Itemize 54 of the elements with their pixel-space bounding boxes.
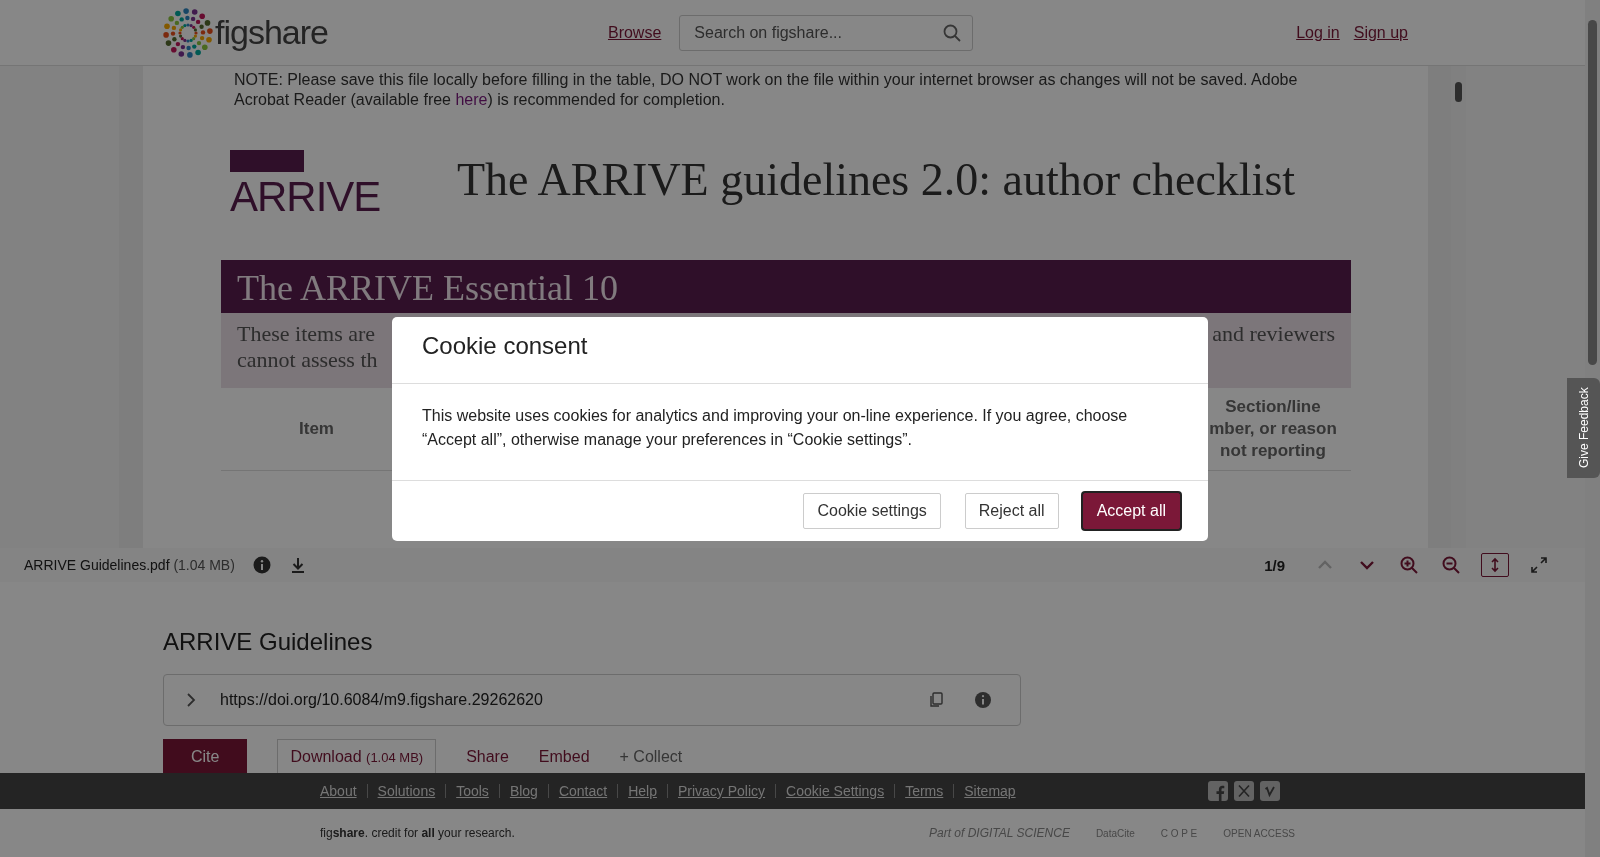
search-icon[interactable] — [943, 23, 962, 42]
column-header: Item — [299, 419, 334, 439]
x-icon[interactable] — [1234, 781, 1254, 801]
arrive-logo: ARRIVE — [230, 150, 400, 220]
intro-text: and reviewers — [1212, 321, 1335, 347]
footer-link[interactable]: Privacy Policy — [666, 784, 776, 798]
action-link[interactable]: Embed — [523, 739, 605, 773]
chevron-right-icon[interactable] — [184, 692, 198, 708]
partner-logo[interactable]: Part of DIGITAL SCIENCE — [928, 826, 1070, 840]
doi-link[interactable]: https://doi.org/10.6084/m9.figshare.29262620 — [220, 691, 928, 709]
logo-text[interactable]: figshare — [215, 13, 328, 52]
action-button[interactable]: Cite — [163, 739, 248, 773]
partner-logo[interactable]: DataCite — [1095, 827, 1135, 839]
footer-link[interactable]: About — [320, 784, 367, 798]
file-name: ARRIVE Guidelines.pdf (1.04 MB) — [24, 557, 235, 573]
document-title: The ARRIVE guidelines 2.0: author checklist — [457, 153, 1296, 206]
dialog-title: Cookie consent — [392, 317, 1208, 384]
intro-text: These items are — [237, 321, 376, 347]
feedback-tab[interactable]: Give Feedback — [1567, 378, 1600, 478]
footer-link[interactable]: Tools — [445, 784, 499, 798]
info-icon[interactable] — [252, 556, 271, 574]
vimeo-icon[interactable] — [1260, 781, 1280, 801]
auth-link[interactable]: Log in — [1296, 23, 1340, 42]
footer-link[interactable]: Solutions — [366, 784, 446, 798]
auth-link[interactable]: Sign up — [1353, 23, 1408, 42]
intro-text: cannot assess th — [237, 347, 378, 373]
column-header: Section/line mber, or reason not reporting — [1208, 396, 1338, 462]
footer-link[interactable]: Contact — [547, 784, 618, 798]
info-icon[interactable] — [974, 691, 992, 709]
action-link[interactable]: + Collect — [604, 739, 698, 773]
dialog-button[interactable]: Reject all — [964, 493, 1059, 529]
fit-height-button[interactable] — [1481, 553, 1509, 577]
note-text: NOTE: Please save this file locally before filling in the table, DO NOT work on the file within your internet browser as changes will not be saved. Adobe Acrobat Reader (available free here) is recommended for completion. — [234, 70, 1299, 110]
footer-link[interactable]: Cookie Settings — [775, 784, 895, 798]
footer-link[interactable]: Sitemap — [953, 784, 1026, 798]
partner-logo[interactable]: C O P E — [1160, 827, 1198, 839]
dialog-button[interactable]: Cookie settings — [803, 493, 941, 529]
search-field[interactable]: Search on figshare... — [679, 14, 974, 51]
footer-link[interactable]: Help — [617, 784, 667, 798]
tagline: figshare. credit for all your research. — [320, 826, 515, 840]
footer-link[interactable]: Terms — [894, 784, 954, 798]
section-banner: The ARRIVE Essential 10 — [221, 260, 1351, 313]
action-link[interactable]: Share — [451, 739, 524, 773]
partner-logo[interactable]: OPEN ACCESS — [1223, 827, 1295, 839]
item-title: ARRIVE Guidelines — [163, 628, 374, 657]
logo-icon — [163, 7, 213, 58]
copy-icon[interactable] — [928, 692, 944, 708]
dialog-button[interactable]: Accept all — [1082, 493, 1180, 529]
facebook-icon[interactable] — [1208, 781, 1228, 801]
footer-link[interactable]: Blog — [498, 784, 548, 798]
here-link[interactable]: here — [455, 91, 488, 108]
browse-link[interactable]: Browse — [607, 23, 662, 42]
page-counter: 1/9 — [1264, 556, 1285, 574]
dialog-text: This website uses cookies for analytics and improving your on-line experience. If you agree, choose “Accept all”, otherwise manage your preferences in “Cookie settings”. — [392, 384, 1208, 481]
